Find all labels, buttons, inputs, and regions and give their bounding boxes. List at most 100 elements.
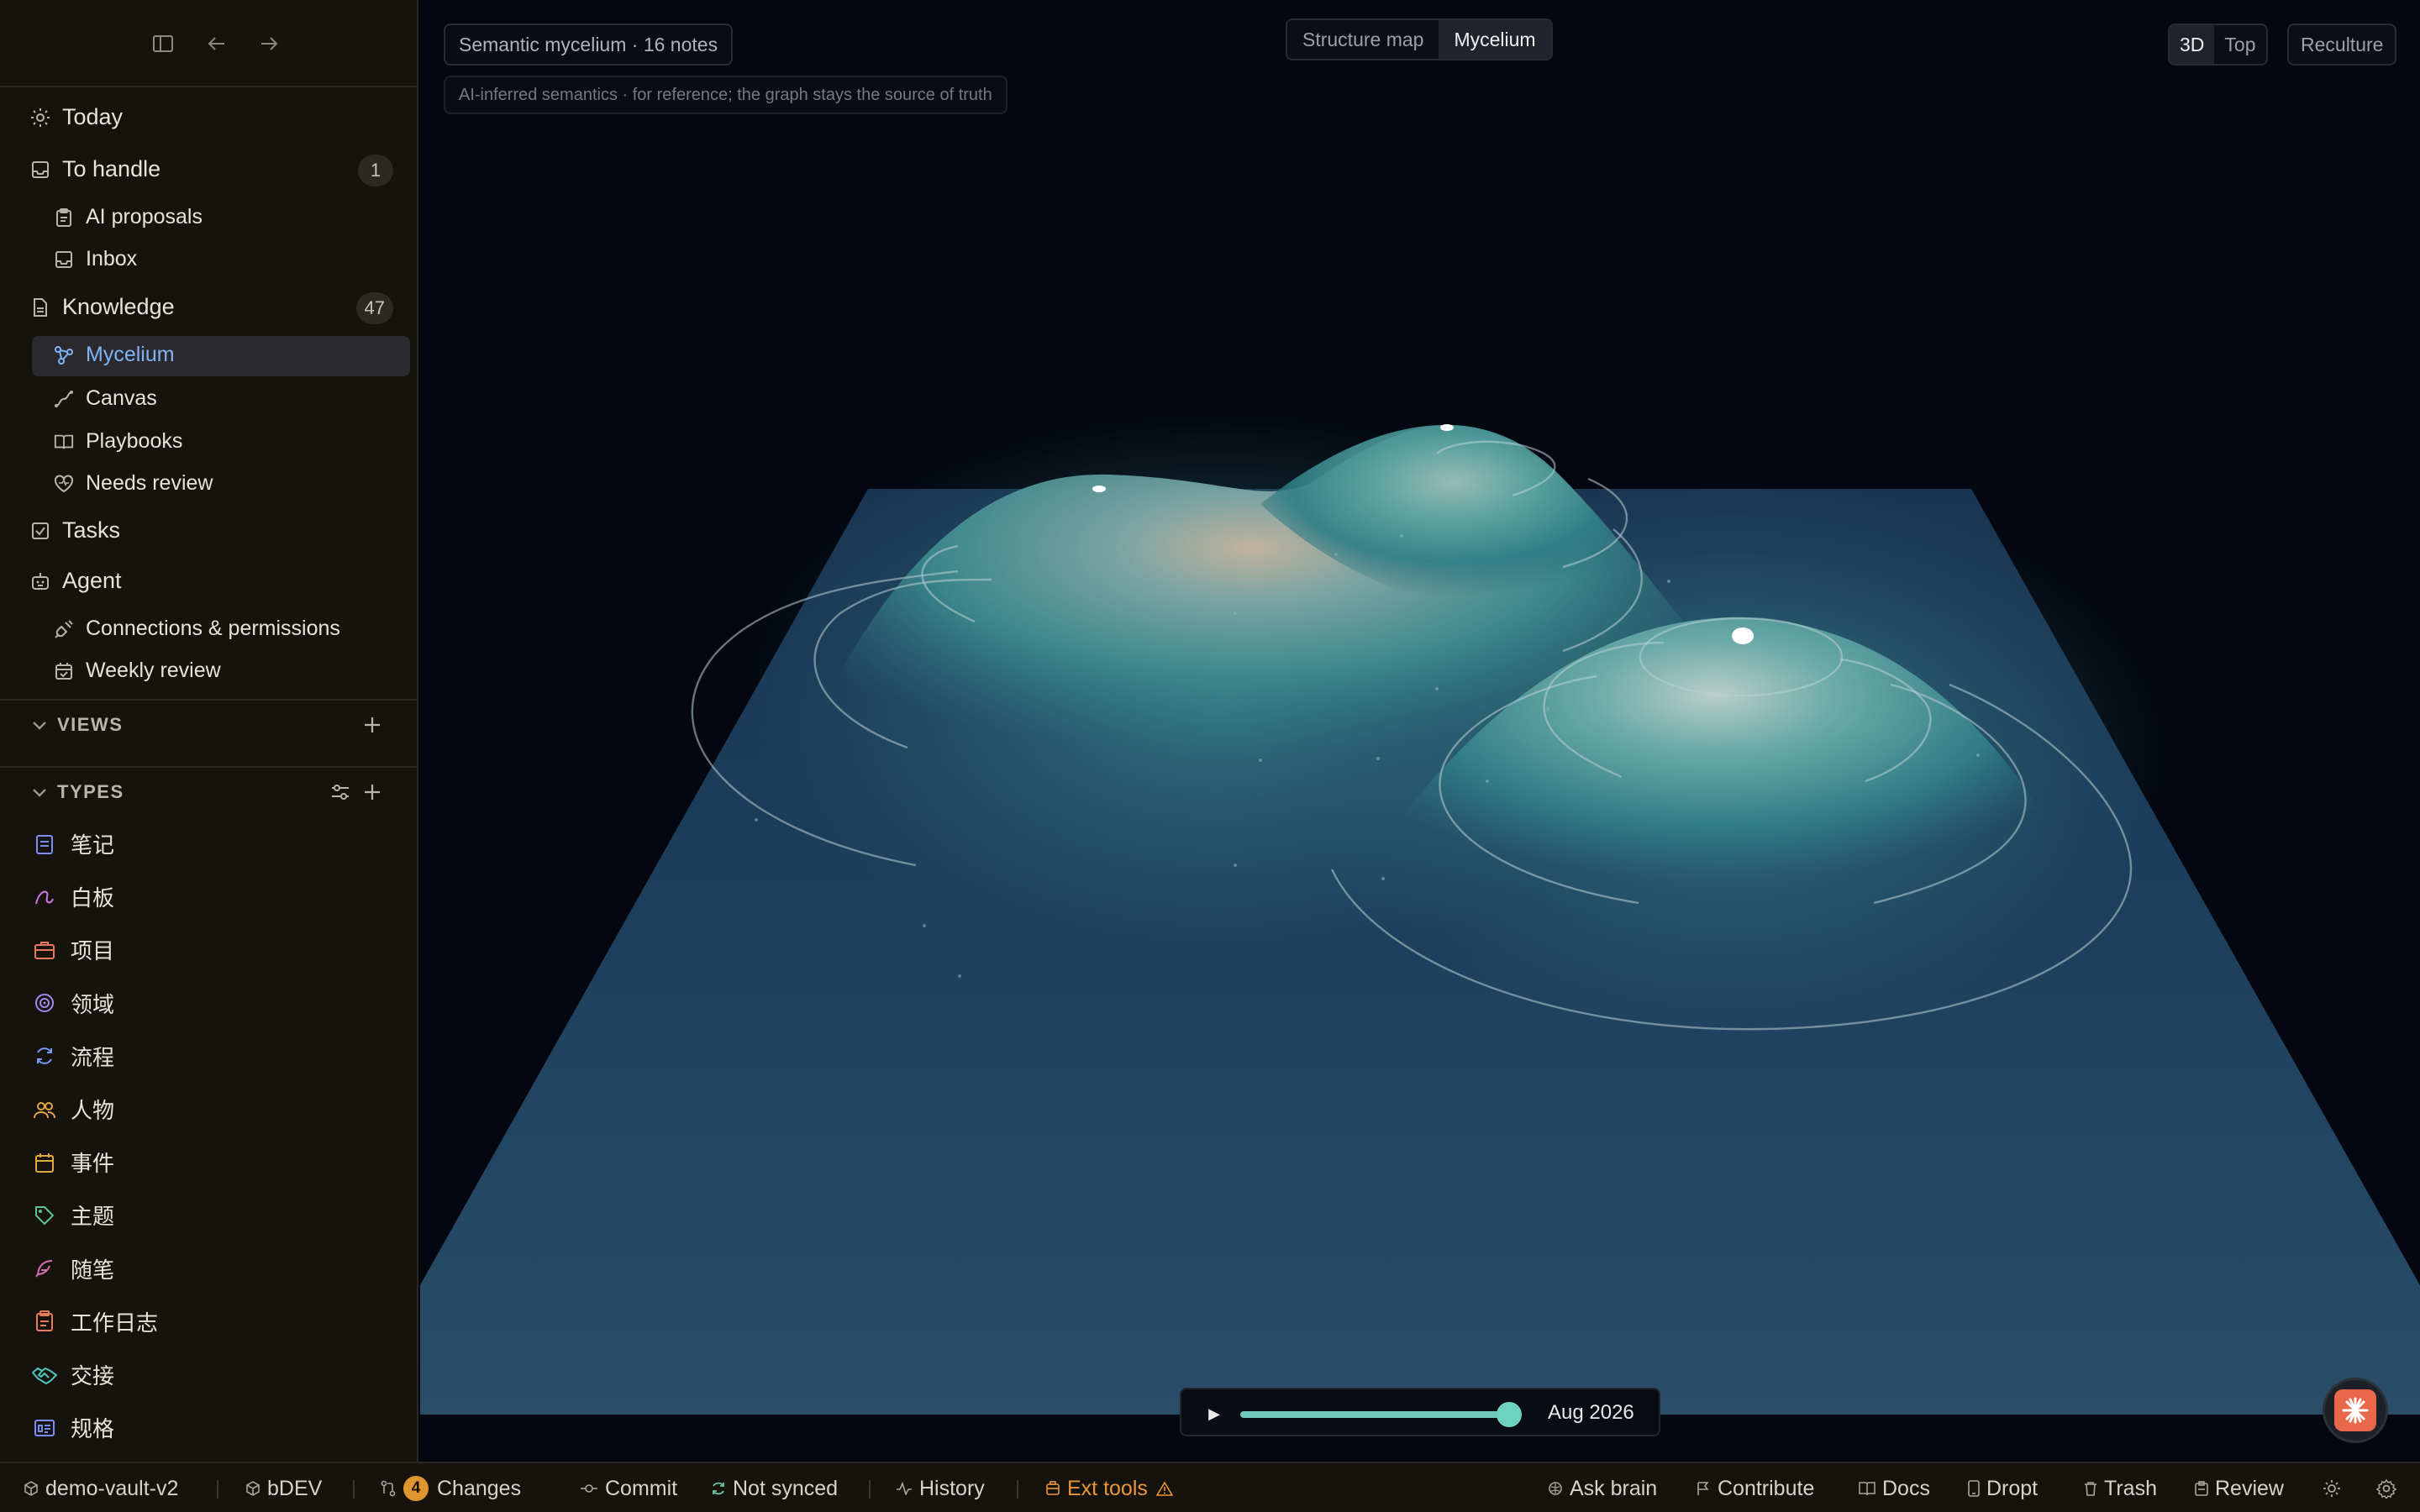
assistant-button[interactable] [2323,1378,2388,1443]
type-item[interactable]: 项目 [32,934,114,965]
timeline-track[interactable] [1240,1402,1522,1427]
nav-needs-review[interactable]: Needs review [54,471,213,496]
note-node[interactable] [1732,627,1754,644]
add-type-icon[interactable] [360,780,385,805]
commit-button[interactable]: Commit [580,1463,677,1512]
history-label: History [919,1476,985,1500]
type-item[interactable]: 人物 [32,1094,114,1125]
type-item[interactable]: 规格 [32,1412,114,1443]
tab-structure-map[interactable]: Structure map [1287,20,1439,59]
nav-inbox[interactable]: Inbox [54,247,137,271]
dropt-button[interactable]: Dropt [1968,1463,2038,1512]
vault-switcher[interactable]: demo-vault-v2 [24,1463,178,1512]
asterisk-icon [2334,1389,2376,1431]
sun-icon [30,108,50,128]
type-item[interactable]: 笔记 [32,828,114,859]
type-item[interactable]: 领域 [32,988,114,1019]
types-label: TYPES [57,781,124,802]
toolbox-icon [1045,1481,1060,1496]
warning-icon [1155,1481,1173,1496]
inbox-icon [54,249,74,270]
type-item[interactable]: 事件 [32,1147,114,1178]
timeline-handle[interactable] [1497,1402,1522,1427]
plug-icon [54,619,74,639]
nav-to-handle[interactable]: To handle [30,156,160,182]
to-handle-count-badge: 1 [358,155,393,186]
calendar-icon [32,1150,57,1175]
nav-weekly-review-label: Weekly review [86,659,221,682]
nav-today[interactable]: Today [30,104,123,130]
nav-canvas[interactable]: Canvas [54,386,157,411]
refresh-icon [711,1481,726,1496]
type-item[interactable]: 随笔 [32,1253,114,1284]
nav-tasks[interactable]: Tasks [30,517,120,543]
types-section-header[interactable]: TYPES [32,781,124,803]
views-section-header[interactable]: VIEWS [32,714,123,736]
view-top-button[interactable]: Top [2214,25,2265,64]
settings-button[interactable] [2376,1463,2403,1512]
briefcase-icon [32,937,57,963]
divider [0,699,418,701]
add-view-icon[interactable] [360,712,385,738]
type-item-label: 交接 [71,1363,115,1389]
brain-icon [1548,1481,1563,1496]
play-icon[interactable]: ▶ [1202,1401,1227,1426]
history-button[interactable]: History [896,1463,985,1512]
heart-pulse-icon [54,474,74,494]
nav-connections-label: Connections & permissions [86,617,340,640]
timeline-date: Aug 2026 [1548,1401,1634,1424]
nav-weekly-review[interactable]: Weekly review [54,659,221,683]
network-icon [54,345,74,365]
nav-mycelium[interactable]: Mycelium [54,343,175,367]
type-item[interactable]: 流程 [32,1041,114,1072]
nav-agent-label: Agent [62,568,122,593]
ask-brain-button[interactable]: Ask brain [1548,1463,1657,1512]
type-item[interactable]: 交接 [32,1359,114,1390]
separator [869,1480,871,1499]
note-icon [32,832,57,857]
view-3d-button[interactable]: 3D [2170,25,2215,64]
forward-arrow-icon[interactable] [252,27,286,60]
nav-connections[interactable]: Connections & permissions [54,617,340,641]
sidebar-topnav [0,0,418,87]
nav-knowledge[interactable]: Knowledge [30,294,175,320]
ext-tools-button[interactable]: Ext tools [1045,1463,1173,1512]
nav-inbox-label: Inbox [86,247,138,270]
sync-status[interactable]: Not synced [711,1463,838,1512]
changes-button[interactable]: 4 Changes [380,1463,521,1512]
theme-toggle[interactable] [2323,1463,2348,1512]
docs-button[interactable]: Docs [1859,1463,1930,1512]
type-item[interactable]: 主题 [32,1200,114,1231]
terrain-3d-surface[interactable] [420,0,2420,1462]
nav-to-handle-label: To handle [62,156,161,181]
mode-switch: Structure map Mycelium [1286,18,1553,60]
contribute-button[interactable]: Contribute [1696,1463,1814,1512]
back-arrow-icon[interactable] [200,27,234,60]
nav-playbooks[interactable]: Playbooks [54,429,182,454]
tab-mycelium[interactable]: Mycelium [1439,20,1551,59]
clipboard-log-icon [32,1309,57,1334]
reculture-button[interactable]: Reculture [2289,25,2395,64]
book-open-icon [54,432,74,452]
type-item[interactable]: 工作日志 [32,1306,158,1337]
nav-ai-proposals[interactable]: AI proposals [54,205,203,229]
type-item[interactable]: 白板 [32,881,114,912]
status-bar: demo-vault-v2 bDEV 4 Changes Commit Not … [0,1462,2420,1512]
toggle-sidebar-icon[interactable] [146,27,180,60]
clipboard-icon [2195,1481,2208,1496]
trash-button[interactable]: Trash [2084,1463,2157,1512]
branch-indicator[interactable]: bDEV [245,1463,322,1512]
mycelium-view: Semantic mycelium · 16 notes AI-inferred… [420,0,2420,1462]
view-title: Semantic mycelium · 16 notes [444,24,734,66]
cycle-icon [32,1043,57,1068]
sync-label: Not synced [733,1476,839,1500]
note-node[interactable] [1440,424,1454,431]
type-item-label: 规格 [71,1416,115,1442]
note-node[interactable] [1092,486,1106,492]
changes-count-badge: 4 [403,1476,429,1501]
sliders-icon[interactable] [328,780,353,805]
review-label: Review [2215,1476,2284,1500]
nav-agent[interactable]: Agent [30,568,122,594]
divider [0,766,418,768]
review-button[interactable]: Review [2195,1463,2284,1512]
